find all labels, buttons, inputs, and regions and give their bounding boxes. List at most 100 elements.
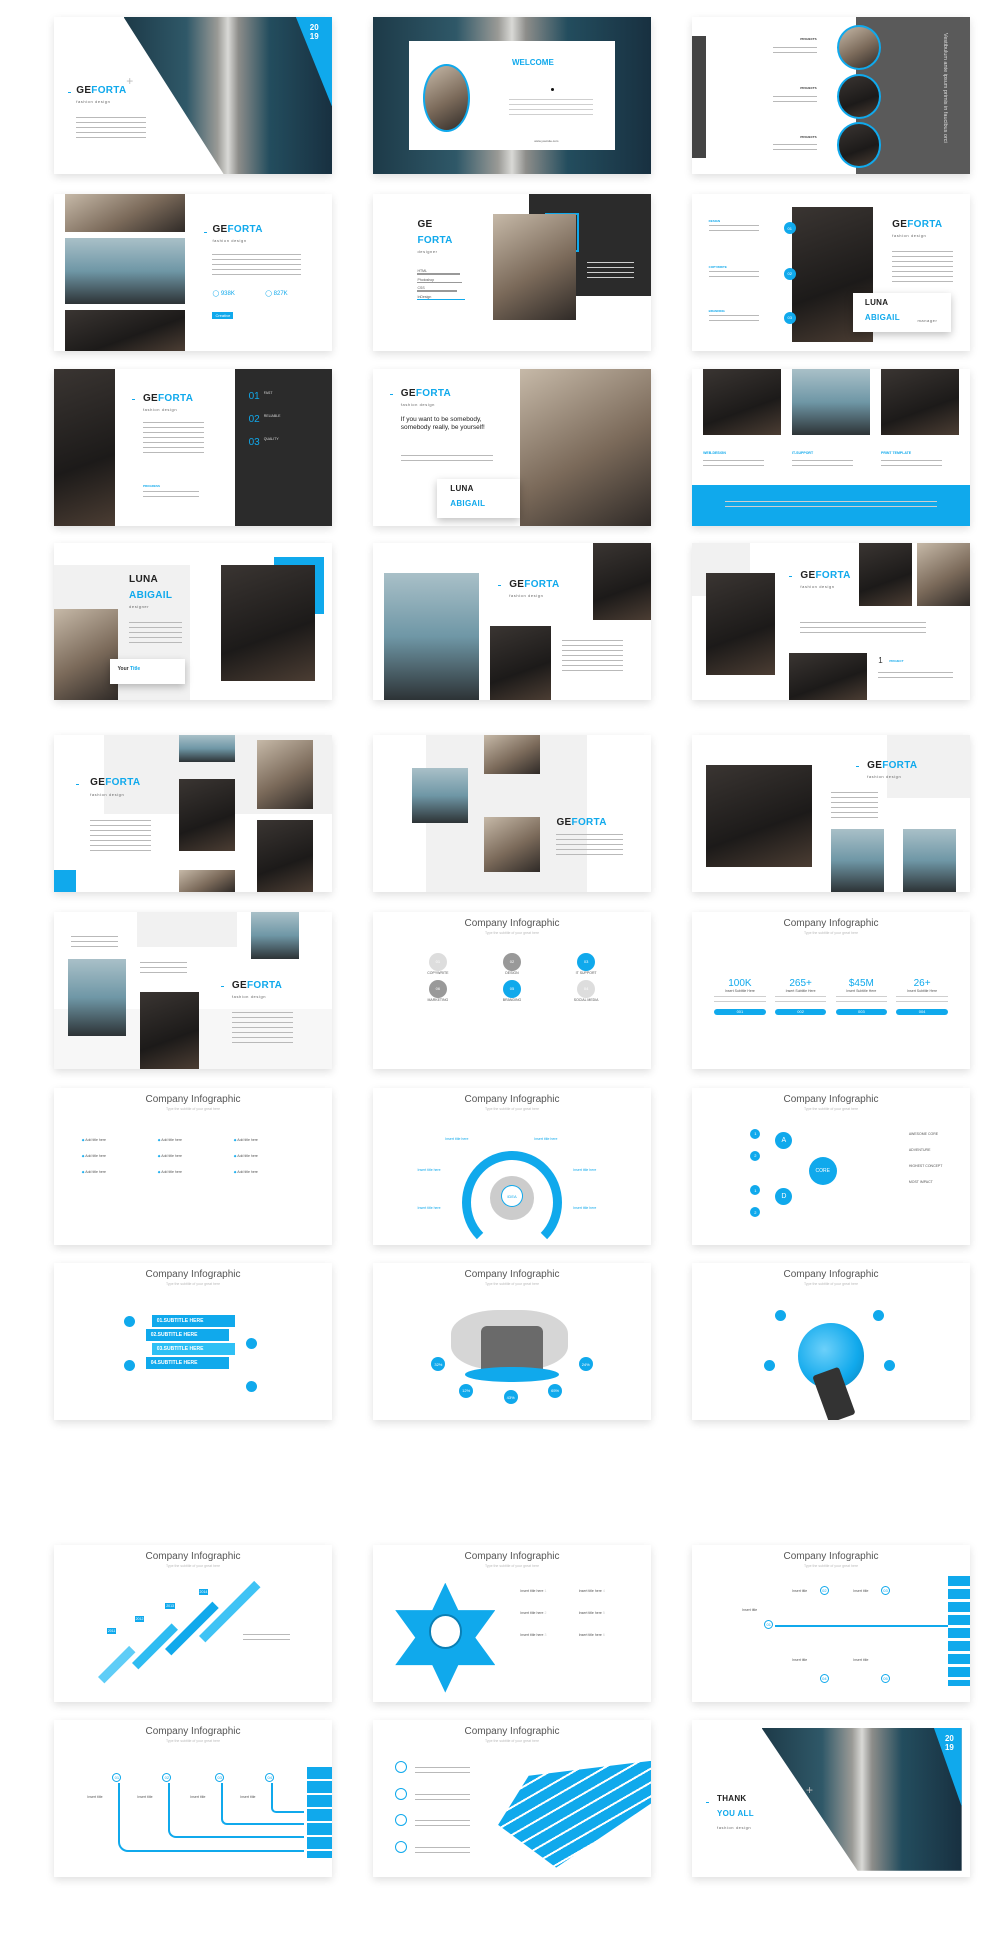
- slide-infographic-team[interactable]: Company Infographic Type the subtitle of…: [373, 1263, 651, 1420]
- percent-badge: 43%: [503, 1390, 518, 1405]
- service-label: IT-SUPPORT: [792, 450, 814, 455]
- stat-row: 100K Insert Subtitle Here 001 265+ Insert S…: [714, 978, 948, 1015]
- body-text: [414, 1793, 471, 1802]
- element: [896, 995, 948, 1006]
- brand-title: GEFORTA: [892, 219, 942, 230]
- line: [270, 1782, 305, 1813]
- element: manager: [917, 318, 938, 324]
- creative-button[interactable]: Creative: [212, 311, 234, 319]
- element: ◆ Add title here: [234, 1154, 310, 1158]
- slide-infographic-ribbons[interactable]: Company Infographic Type the subtitle of…: [54, 1263, 332, 1420]
- body-text: [414, 1820, 471, 1829]
- slide-infographic-flower[interactable]: Company Infographic Type the subtitle of…: [373, 1545, 651, 1702]
- node: 2: [750, 1150, 761, 1161]
- role: designer: [129, 604, 150, 610]
- item-title: Insert title: [190, 1795, 206, 1800]
- dash: [856, 766, 860, 768]
- node: 1: [750, 1185, 761, 1196]
- slide-gallery-a[interactable]: GEFORTA fashion design: [373, 543, 651, 700]
- photo: [256, 739, 313, 809]
- body-text: [400, 455, 493, 464]
- slide-gallery-c[interactable]: GEFORTA: [373, 735, 651, 892]
- name-card: LUNA ABIGAIL manager: [853, 292, 951, 333]
- element: 19: [309, 32, 319, 42]
- slide-infographic-branches[interactable]: Company Infographic Type the subtitle of…: [692, 1545, 970, 1702]
- slide-cover[interactable]: 20 19 + GEFORTA fashion design: [54, 17, 332, 174]
- slide-thank-you[interactable]: 20 19 + THANK YOU ALL fashion design: [692, 1720, 970, 1877]
- slide-infographic-stats[interactable]: Company Infographic Type the subtitle of…: [692, 912, 970, 1069]
- year-label: 20 19: [945, 1734, 954, 1752]
- dash: [220, 985, 224, 987]
- body-text: [772, 46, 818, 55]
- slide-infographic-pyramid[interactable]: Company Infographic Type the subtitle of…: [373, 1720, 651, 1877]
- photo: [179, 735, 235, 762]
- rocket-icon: [883, 1360, 895, 1372]
- element: $45M Insert Subtitle Here 003: [835, 978, 888, 1015]
- element: 01: [248, 390, 260, 402]
- item-title: Insert title: [792, 1658, 808, 1663]
- element: COPYWRITE: [427, 970, 449, 975]
- element: FORTA: [524, 579, 560, 591]
- slide-infographic-arrows[interactable]: Company Infographic Type the subtitle of…: [54, 1545, 332, 1702]
- node: 05: [881, 1673, 891, 1683]
- item-label: COPYWRITE: [708, 264, 727, 269]
- body-text: [140, 962, 188, 975]
- slide-infographic-globe[interactable]: Company Infographic Type the subtitle of…: [692, 1263, 970, 1420]
- slide-gallery-b[interactable]: GEFORTA fashion design: [54, 735, 332, 892]
- slide-quote[interactable]: GEFORTA fashion design If you want to be…: [373, 369, 651, 526]
- element: 6: [602, 1632, 605, 1637]
- slide-features[interactable]: GEFORTA fashion design PROGRESS 01 FAST 0…: [54, 369, 332, 526]
- body-text: [562, 640, 624, 672]
- body-text: [142, 422, 205, 454]
- portrait: [423, 64, 471, 132]
- body-text: [556, 833, 624, 856]
- node-d: D: [775, 1188, 793, 1206]
- element: Insert title here 6: [579, 1633, 637, 1637]
- year-label: 2011: [106, 1628, 117, 1635]
- number-badge: 02: [783, 267, 796, 280]
- pyramid: [498, 1760, 651, 1868]
- element: Your: [117, 666, 131, 673]
- site-url: www.yoursite.com: [534, 139, 559, 144]
- slide-welcome[interactable]: WELCOME www.yoursite.com: [373, 17, 651, 174]
- road-photo: [761, 1727, 962, 1871]
- slide-services[interactable]: WEB-DESIGN IT-SUPPORT PRINT TEMPLATE: [692, 369, 970, 526]
- title-ge: GE: [417, 219, 433, 231]
- slide-infographic-grid[interactable]: Company Infographic Type the subtitle of…: [54, 1088, 332, 1245]
- slide-projects[interactable]: Vestibulum ante ipsum primis in faucibus…: [692, 17, 970, 174]
- item-title: Insert title: [240, 1795, 256, 1800]
- body-text: [792, 460, 854, 468]
- slide-infographic-timeline[interactable]: Company Infographic Type the subtitle of…: [54, 1720, 332, 1877]
- pie-icon: [395, 1814, 408, 1827]
- slide-stats[interactable]: GEFORTA fashion design ◯ 938K ◯ 827K Cre…: [54, 194, 332, 351]
- element: FORTA: [91, 84, 127, 96]
- slide-infographic-gear[interactable]: Company Infographic Type the subtitle of…: [373, 1088, 651, 1245]
- photo: [592, 543, 651, 620]
- element: 06 MARKETING: [401, 979, 475, 1002]
- body-text: [212, 253, 302, 276]
- photo: [705, 572, 776, 675]
- body-text: [708, 225, 759, 234]
- slide-project[interactable]: GEFORTA fashion design 1 PROJECT: [692, 543, 970, 700]
- body-text: [892, 250, 954, 282]
- body-text: [90, 819, 152, 852]
- dash: [498, 585, 502, 587]
- skill-bars: HTML Photoshop CSS InDesign: [417, 269, 467, 301]
- slide-luna-designer[interactable]: LUNA ABIGAIL designer Your Title: [54, 543, 332, 700]
- slide-designer-skills[interactable]: GE FORTA designer HTML Photoshop CSS InD…: [373, 194, 651, 351]
- body-text: [878, 671, 954, 680]
- element: Add title here: [85, 1154, 106, 1159]
- slide-infographic-core[interactable]: Company Infographic Type the subtitle of…: [692, 1088, 970, 1245]
- slide-luna-manager[interactable]: DESIGN COPYWRITE BRANDING 01 02 03 GEFOR…: [692, 194, 970, 351]
- element: LUNA: [864, 297, 889, 307]
- thank-heading: THANK: [717, 1793, 747, 1803]
- slide-gallery-d[interactable]: GEFORTA fashion design: [692, 735, 970, 892]
- element: Insert title here: [520, 1588, 544, 1593]
- brand-title: GEFORTA: [401, 388, 451, 399]
- slide-gallery-e[interactable]: GEFORTA fashion design: [54, 912, 332, 1069]
- element: ◆ Add title here: [234, 1138, 310, 1142]
- project-label: PROJECTS: [800, 37, 817, 42]
- element: [417, 281, 463, 284]
- tagline: fashion design: [892, 233, 927, 239]
- slide-infographic-circles[interactable]: Company Infographic Type the subtitle of…: [373, 912, 651, 1069]
